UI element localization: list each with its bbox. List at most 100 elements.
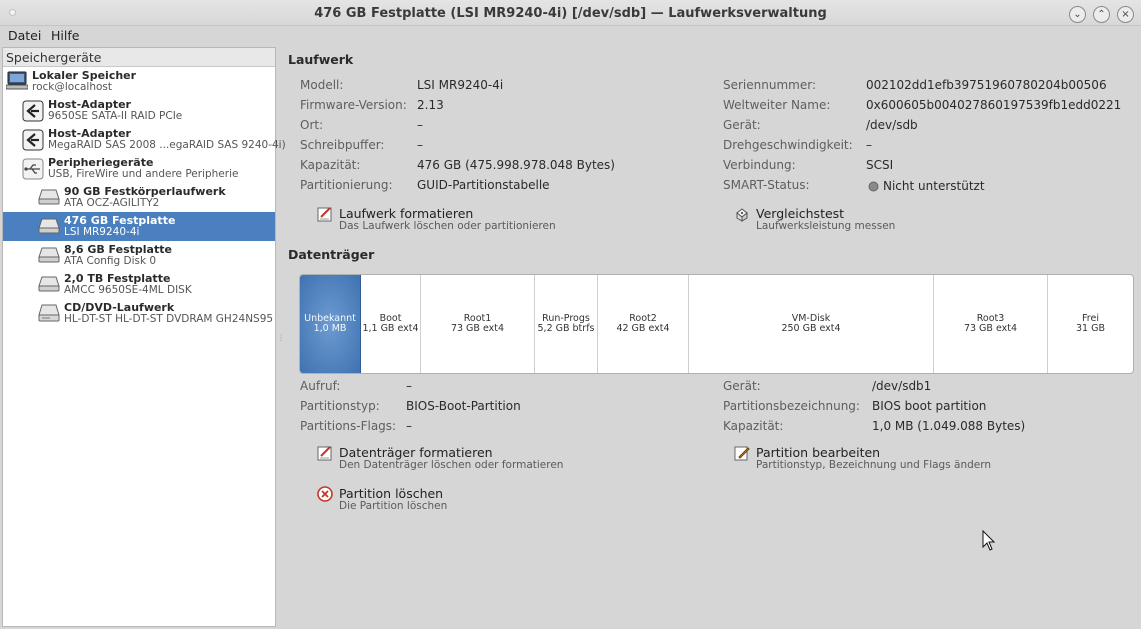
device-label: Gerät:	[723, 118, 761, 132]
wwn-label: Weltweiter Name:	[723, 98, 831, 112]
minimize-button[interactable]: ⌄	[1069, 6, 1086, 23]
rotation-value: –	[866, 138, 872, 152]
computer-icon	[6, 71, 28, 90]
sidebar-item-subtitle: AMCC 9650SE-4ML DISK	[64, 284, 192, 296]
edit-partition-button[interactable]: Partition bearbeiten Partitionstyp, Beze…	[734, 445, 991, 473]
connection-label: Verbindung:	[723, 158, 796, 172]
segment-detail: 73 GB ext4	[963, 323, 1018, 334]
device-value: /dev/sdb	[866, 118, 918, 132]
model-value: LSI MR9240-4i	[417, 78, 504, 92]
format-icon	[317, 446, 332, 461]
segment-detail: 1,1 GB ext4	[362, 323, 419, 334]
drive-icon	[38, 189, 60, 205]
benchmark-button[interactable]: Vergleichstest Laufwerksleistung messen	[734, 206, 914, 234]
connection-value: SCSI	[866, 158, 894, 172]
segment-detail: 1,0 MB	[313, 323, 347, 334]
partition-segment-root2[interactable]: Root2 42 GB ext4	[598, 275, 689, 373]
format-drive-button[interactable]: Laufwerk formatieren Das Laufwerk lösche…	[317, 206, 557, 234]
sidebar-item-local-storage[interactable]: Lokaler Speicher rock@localhost	[3, 67, 275, 96]
sidebar-item-host-adapter-1[interactable]: Host-Adapter 9650SE SATA-II RAID PCIe	[3, 96, 275, 125]
segment-detail: 5,2 GB btrfs	[537, 323, 595, 334]
segment-detail: 73 GB ext4	[450, 323, 505, 334]
segment-detail: 250 GB ext4	[781, 323, 841, 334]
partition-type-label: Partitionstyp:	[300, 399, 380, 413]
drive-icon	[38, 218, 60, 234]
sidebar-item-subtitle: ATA OCZ-AGILITY2	[64, 197, 160, 209]
optical-drive-icon	[38, 304, 60, 322]
partition-segment-free[interactable]: Frei 31 GB	[1048, 275, 1133, 373]
partition-segment-unbekannt[interactable]: Unbekannt 1,0 MB	[300, 275, 361, 373]
partition-segment-run-progs[interactable]: Run-Progs 5,2 GB btrfs	[535, 275, 598, 373]
sidebar-item-hdd-476gb[interactable]: 476 GB Festplatte LSI MR9240-4i	[3, 212, 275, 241]
sidebar-item-hdd-2tb[interactable]: 2,0 TB Festplatte AMCC 9650SE-4ML DISK	[3, 270, 275, 299]
drive-section-title: Laufwerk	[288, 52, 354, 67]
menu-bar: Datei Hilfe	[0, 26, 1141, 46]
partition-segment-boot[interactable]: Boot 1,1 GB ext4	[361, 275, 421, 373]
delete-partition-title: Partition löschen	[339, 486, 444, 501]
title-bar: 476 GB Festplatte (LSI MR9240-4i) [/dev/…	[0, 0, 1141, 26]
write-cache-label: Schreibpuffer:	[300, 138, 385, 152]
drive-icon	[38, 276, 60, 292]
serial-label: Seriennummer:	[723, 78, 816, 92]
partition-label-label: Partitionsbezeichnung:	[723, 399, 860, 413]
volumes-section-title: Datenträger	[288, 247, 375, 262]
format-volume-title: Datenträger formatieren	[339, 445, 493, 460]
mouse-pointer-icon	[982, 530, 996, 551]
sidebar-item-subtitle: MegaRAID SAS 2008 ...egaRAID SAS 9240-4i…	[48, 139, 286, 151]
wwn-value: 0x600605b004027860197539fb1edd0221	[866, 98, 1122, 112]
delete-icon	[317, 486, 333, 502]
partitioning-value: GUID-Partitionstabelle	[417, 178, 550, 192]
capacity-label: Kapazität:	[300, 158, 361, 172]
partition-bar: Unbekannt 1,0 MB Boot 1,1 GB ext4 Root1 …	[299, 274, 1134, 374]
sidebar-item-subtitle: ATA Config Disk 0	[64, 255, 157, 267]
delete-partition-button[interactable]: Partition löschen Die Partition löschen	[317, 486, 517, 514]
firmware-value: 2.13	[417, 98, 444, 112]
serial-value: 002102dd1efb39751960780204b00506	[866, 78, 1107, 92]
sidebar-item-peripherals[interactable]: Peripheriegeräte USB, FireWire und ander…	[3, 154, 275, 183]
sidebar-item-ssd-90gb[interactable]: 90 GB Festkörperlaufwerk ATA OCZ-AGILITY…	[3, 183, 275, 212]
volume-capacity-label: Kapazität:	[723, 419, 784, 433]
partition-segment-vm-disk[interactable]: VM-Disk 250 GB ext4	[689, 275, 934, 373]
segment-detail: 42 GB ext4	[616, 323, 670, 334]
host-adapter-icon	[22, 129, 44, 151]
menu-datei[interactable]: Datei	[8, 28, 41, 43]
rotation-label: Drehgeschwindigkeit:	[723, 138, 853, 152]
model-label: Modell:	[300, 78, 344, 92]
sidebar-item-subtitle: HL-DT-ST HL-DT-ST DVDRAM GH24NS95	[64, 313, 274, 325]
benchmark-subtitle: Laufwerksleistung messen	[756, 220, 896, 232]
capacity-value: 476 GB (475.998.978.048 Bytes)	[417, 158, 615, 172]
volume-device-label: Gerät:	[723, 379, 761, 393]
partition-segment-root1[interactable]: Root1 73 GB ext4	[421, 275, 535, 373]
location-value: –	[417, 118, 423, 132]
volume-device-value: /dev/sdb1	[872, 379, 932, 393]
benchmark-icon	[736, 208, 748, 222]
usage-value: –	[406, 379, 412, 393]
usage-label: Aufruf:	[300, 379, 341, 393]
sidebar-item-hdd-8gb[interactable]: 8,6 GB Festplatte ATA Config Disk 0	[3, 241, 275, 270]
volume-capacity-value: 1,0 MB (1.049.088 Bytes)	[872, 419, 1026, 433]
sidebar-item-subtitle: USB, FireWire und andere Peripherie	[48, 168, 239, 180]
smart-value: Nicht unterstützt	[883, 179, 985, 193]
partition-segment-root3[interactable]: Root3 73 GB ext4	[934, 275, 1048, 373]
maximize-button[interactable]: ⌃	[1093, 6, 1110, 23]
sidebar-item-optical-drive[interactable]: CD/DVD-Laufwerk HL-DT-ST HL-DT-ST DVDRAM…	[3, 299, 275, 328]
partitioning-label: Partitionierung:	[300, 178, 393, 192]
edit-partition-subtitle: Partitionstyp, Bezeichnung und Flags änd…	[756, 459, 992, 471]
sidebar-item-subtitle: rock@localhost	[32, 81, 112, 93]
location-label: Ort:	[300, 118, 324, 132]
sidebar-item-host-adapter-2[interactable]: Host-Adapter MegaRAID SAS 2008 ...egaRAI…	[3, 125, 286, 154]
format-drive-subtitle: Das Laufwerk löschen oder partitionieren	[339, 220, 556, 232]
partition-type-value: BIOS-Boot-Partition	[406, 399, 521, 413]
partition-label-value: BIOS boot partition	[872, 399, 987, 413]
segment-detail: 31 GB	[1076, 323, 1105, 334]
close-button[interactable]: ×	[1117, 6, 1134, 23]
format-icon	[317, 207, 332, 222]
format-volume-button[interactable]: Datenträger formatieren Den Datenträger …	[317, 445, 563, 473]
edit-partition-title: Partition bearbeiten	[756, 445, 881, 460]
menu-hilfe[interactable]: Hilfe	[51, 28, 79, 43]
sidebar-item-subtitle: 9650SE SATA-II RAID PCIe	[48, 110, 183, 122]
device-sidebar: Speichergeräte Lokaler Speicher rock@loc…	[2, 47, 286, 627]
partition-flags-value: –	[406, 419, 412, 433]
pane-splitter[interactable]: ⋮	[277, 333, 285, 342]
drive-icon	[38, 247, 60, 263]
